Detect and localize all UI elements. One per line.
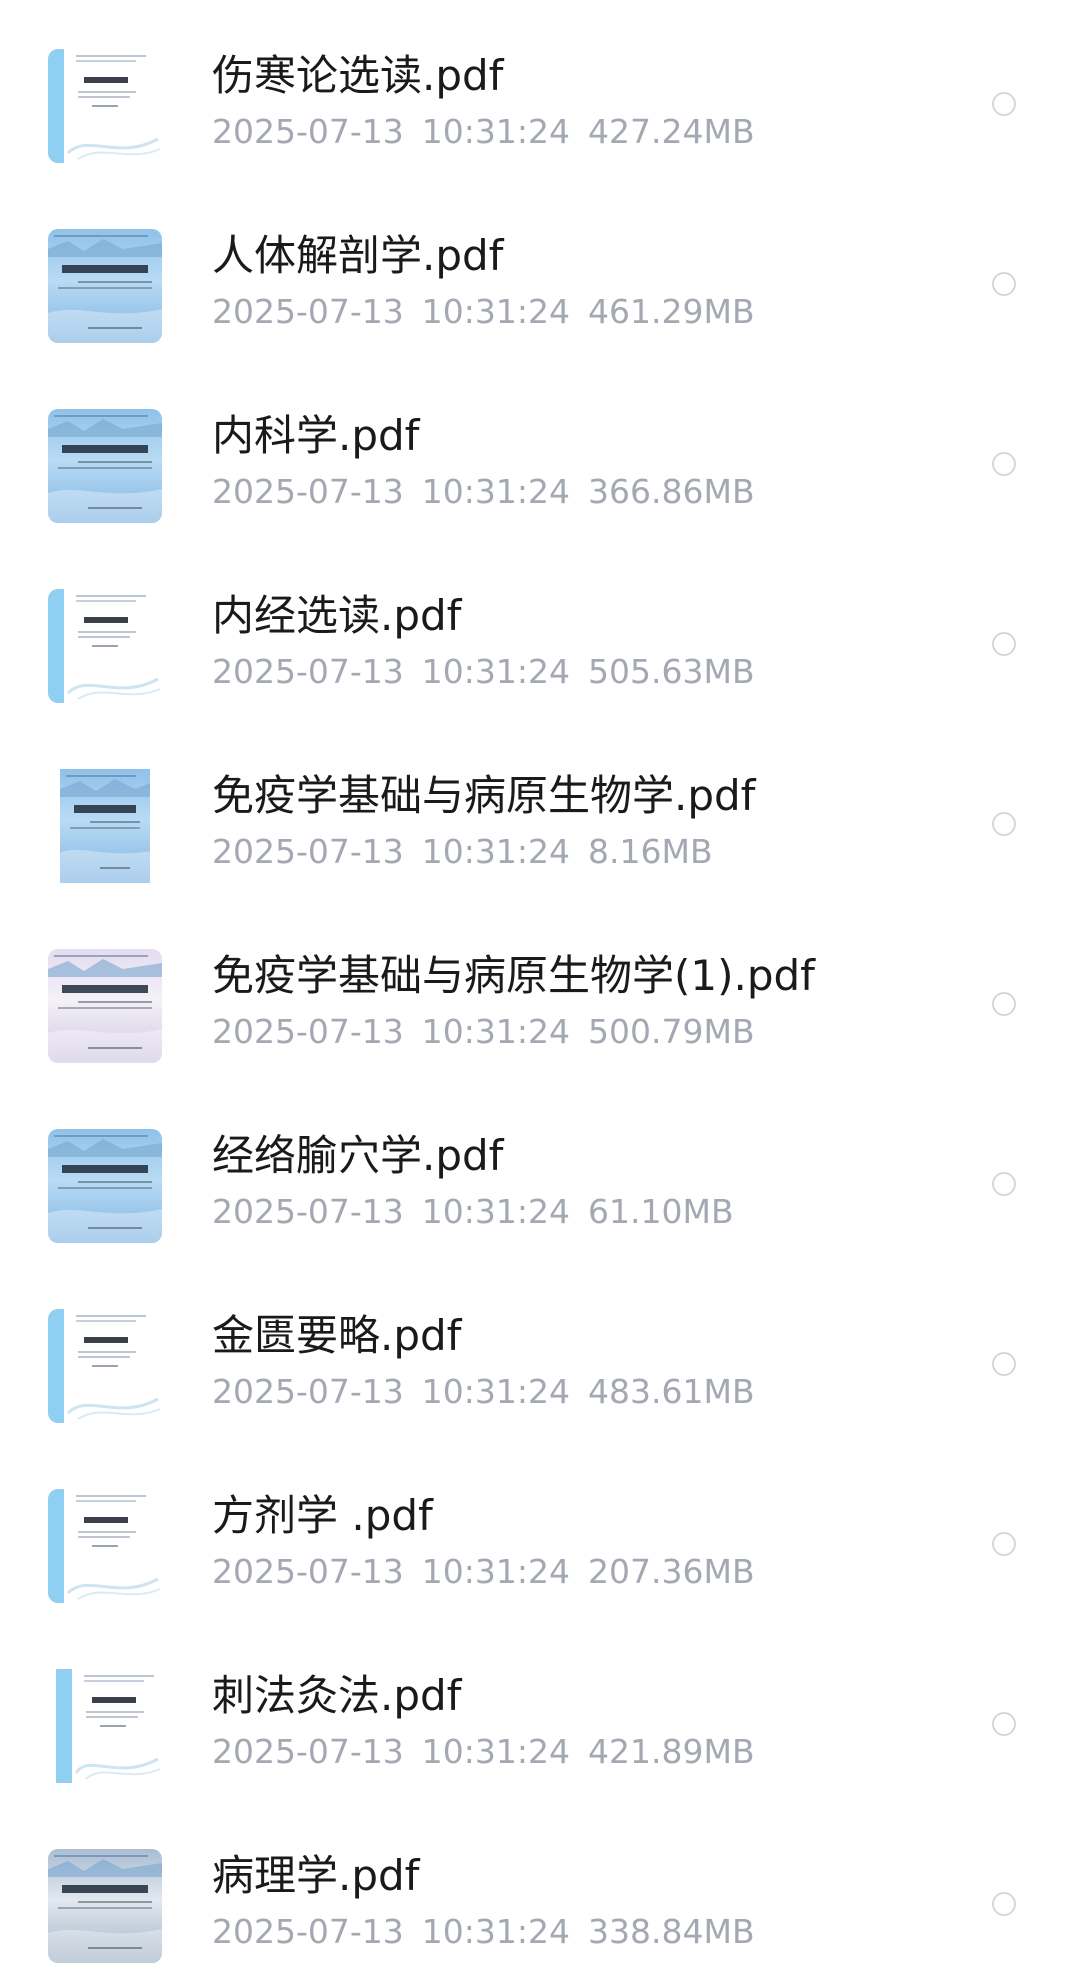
select-radio[interactable] (992, 1532, 1016, 1556)
file-row[interactable]: 病理学.pdf 2025-07-13 10:31:24 338.84MB (0, 1800, 1080, 1978)
file-meta: 2025-07-13 10:31:24 461.29MB (212, 292, 773, 332)
file-name: 人体解剖学.pdf (212, 231, 504, 280)
select-radio[interactable] (992, 1712, 1016, 1736)
file-name: 金匮要略.pdf (212, 1311, 462, 1360)
file-date: 2025-07-13 (212, 1192, 404, 1231)
file-name: 经络腧穴学.pdf (212, 1131, 504, 1180)
file-meta: 2025-07-13 10:31:24 366.86MB (212, 472, 773, 512)
file-name: 内科学.pdf (212, 411, 420, 460)
book-cover-icon (48, 769, 162, 883)
file-date: 2025-07-13 (212, 832, 404, 871)
file-name: 免疫学基础与病原生物学.pdf (212, 771, 756, 820)
file-row[interactable]: 方剂学 .pdf 2025-07-13 10:31:24 207.36MB (0, 1440, 1080, 1618)
file-row[interactable]: 免疫学基础与病原生物学.pdf 2025-07-13 10:31:24 8.16MB (0, 720, 1080, 898)
file-date: 2025-07-13 (212, 112, 404, 151)
file-time: 10:31:24 (421, 1732, 570, 1771)
file-time: 10:31:24 (421, 1372, 570, 1411)
file-time: 10:31:24 (421, 112, 570, 151)
book-cover-icon (48, 1129, 162, 1243)
file-meta: 2025-07-13 10:31:24 61.10MB (212, 1192, 752, 1232)
file-date: 2025-07-13 (212, 472, 404, 511)
file-time: 10:31:24 (421, 1552, 570, 1591)
file-size: 483.61MB (588, 1372, 755, 1411)
file-list: 伤寒论选读.pdf 2025-07-13 10:31:24 427.24MB 人体解剖学… (0, 0, 1080, 1967)
select-radio[interactable] (992, 1172, 1016, 1196)
file-date: 2025-07-13 (212, 1372, 404, 1411)
file-size: 421.89MB (588, 1732, 755, 1771)
file-time: 10:31:24 (421, 832, 570, 871)
file-time: 10:31:24 (421, 1012, 570, 1051)
file-meta: 2025-07-13 10:31:24 427.24MB (212, 112, 773, 152)
file-time: 10:31:24 (421, 1192, 570, 1231)
file-meta: 2025-07-13 10:31:24 338.84MB (212, 1912, 773, 1952)
file-name: 病理学.pdf (212, 1851, 420, 1900)
file-time: 10:31:24 (421, 1912, 570, 1951)
file-name: 内经选读.pdf (212, 591, 462, 640)
select-radio[interactable] (992, 812, 1016, 836)
file-size: 338.84MB (588, 1912, 755, 1951)
book-cover-icon (48, 1849, 162, 1963)
file-date: 2025-07-13 (212, 1012, 404, 1051)
file-name: 免疫学基础与病原生物学(1).pdf (212, 951, 815, 1000)
file-size: 8.16MB (588, 832, 713, 871)
file-meta: 2025-07-13 10:31:24 8.16MB (212, 832, 731, 872)
book-cover-icon (48, 49, 162, 163)
file-meta: 2025-07-13 10:31:24 505.63MB (212, 652, 773, 692)
select-radio[interactable] (992, 1892, 1016, 1916)
book-cover-icon (48, 1489, 162, 1603)
file-time: 10:31:24 (421, 292, 570, 331)
file-date: 2025-07-13 (212, 1912, 404, 1951)
select-radio[interactable] (992, 1352, 1016, 1376)
file-time: 10:31:24 (421, 652, 570, 691)
file-row[interactable]: 人体解剖学.pdf 2025-07-13 10:31:24 461.29MB (0, 180, 1080, 358)
file-meta: 2025-07-13 10:31:24 483.61MB (212, 1372, 773, 1412)
file-date: 2025-07-13 (212, 652, 404, 691)
select-radio[interactable] (992, 992, 1016, 1016)
file-row[interactable]: 刺法灸法.pdf 2025-07-13 10:31:24 421.89MB (0, 1620, 1080, 1798)
file-row[interactable]: 经络腧穴学.pdf 2025-07-13 10:31:24 61.10MB (0, 1080, 1080, 1258)
file-row[interactable]: 伤寒论选读.pdf 2025-07-13 10:31:24 427.24MB (0, 0, 1080, 178)
file-date: 2025-07-13 (212, 1732, 404, 1771)
file-meta: 2025-07-13 10:31:24 500.79MB (212, 1012, 773, 1052)
book-cover-icon (48, 229, 162, 343)
file-name: 伤寒论选读.pdf (212, 51, 504, 100)
file-row[interactable]: 内经选读.pdf 2025-07-13 10:31:24 505.63MB (0, 540, 1080, 718)
file-size: 500.79MB (588, 1012, 755, 1051)
file-size: 505.63MB (588, 652, 755, 691)
file-name: 方剂学 .pdf (212, 1491, 433, 1540)
file-row[interactable]: 金匮要略.pdf 2025-07-13 10:31:24 483.61MB (0, 1260, 1080, 1438)
file-size: 61.10MB (588, 1192, 734, 1231)
file-time: 10:31:24 (421, 472, 570, 511)
file-row[interactable]: 内科学.pdf 2025-07-13 10:31:24 366.86MB (0, 360, 1080, 538)
file-name: 刺法灸法.pdf (212, 1671, 462, 1720)
book-cover-icon (48, 409, 162, 523)
select-radio[interactable] (992, 272, 1016, 296)
file-size: 207.36MB (588, 1552, 755, 1591)
file-row[interactable]: 免疫学基础与病原生物学(1).pdf 2025-07-13 10:31:24 500.… (0, 900, 1080, 1078)
select-radio[interactable] (992, 92, 1016, 116)
select-radio[interactable] (992, 632, 1016, 656)
book-cover-icon (48, 1309, 162, 1423)
book-cover-icon (48, 1669, 162, 1783)
select-radio[interactable] (992, 452, 1016, 476)
file-meta: 2025-07-13 10:31:24 207.36MB (212, 1552, 773, 1592)
file-size: 366.86MB (588, 472, 755, 511)
file-size: 427.24MB (588, 112, 755, 151)
file-date: 2025-07-13 (212, 292, 404, 331)
file-date: 2025-07-13 (212, 1552, 404, 1591)
book-cover-icon (48, 589, 162, 703)
file-meta: 2025-07-13 10:31:24 421.89MB (212, 1732, 773, 1772)
file-size: 461.29MB (588, 292, 755, 331)
book-cover-icon (48, 949, 162, 1063)
